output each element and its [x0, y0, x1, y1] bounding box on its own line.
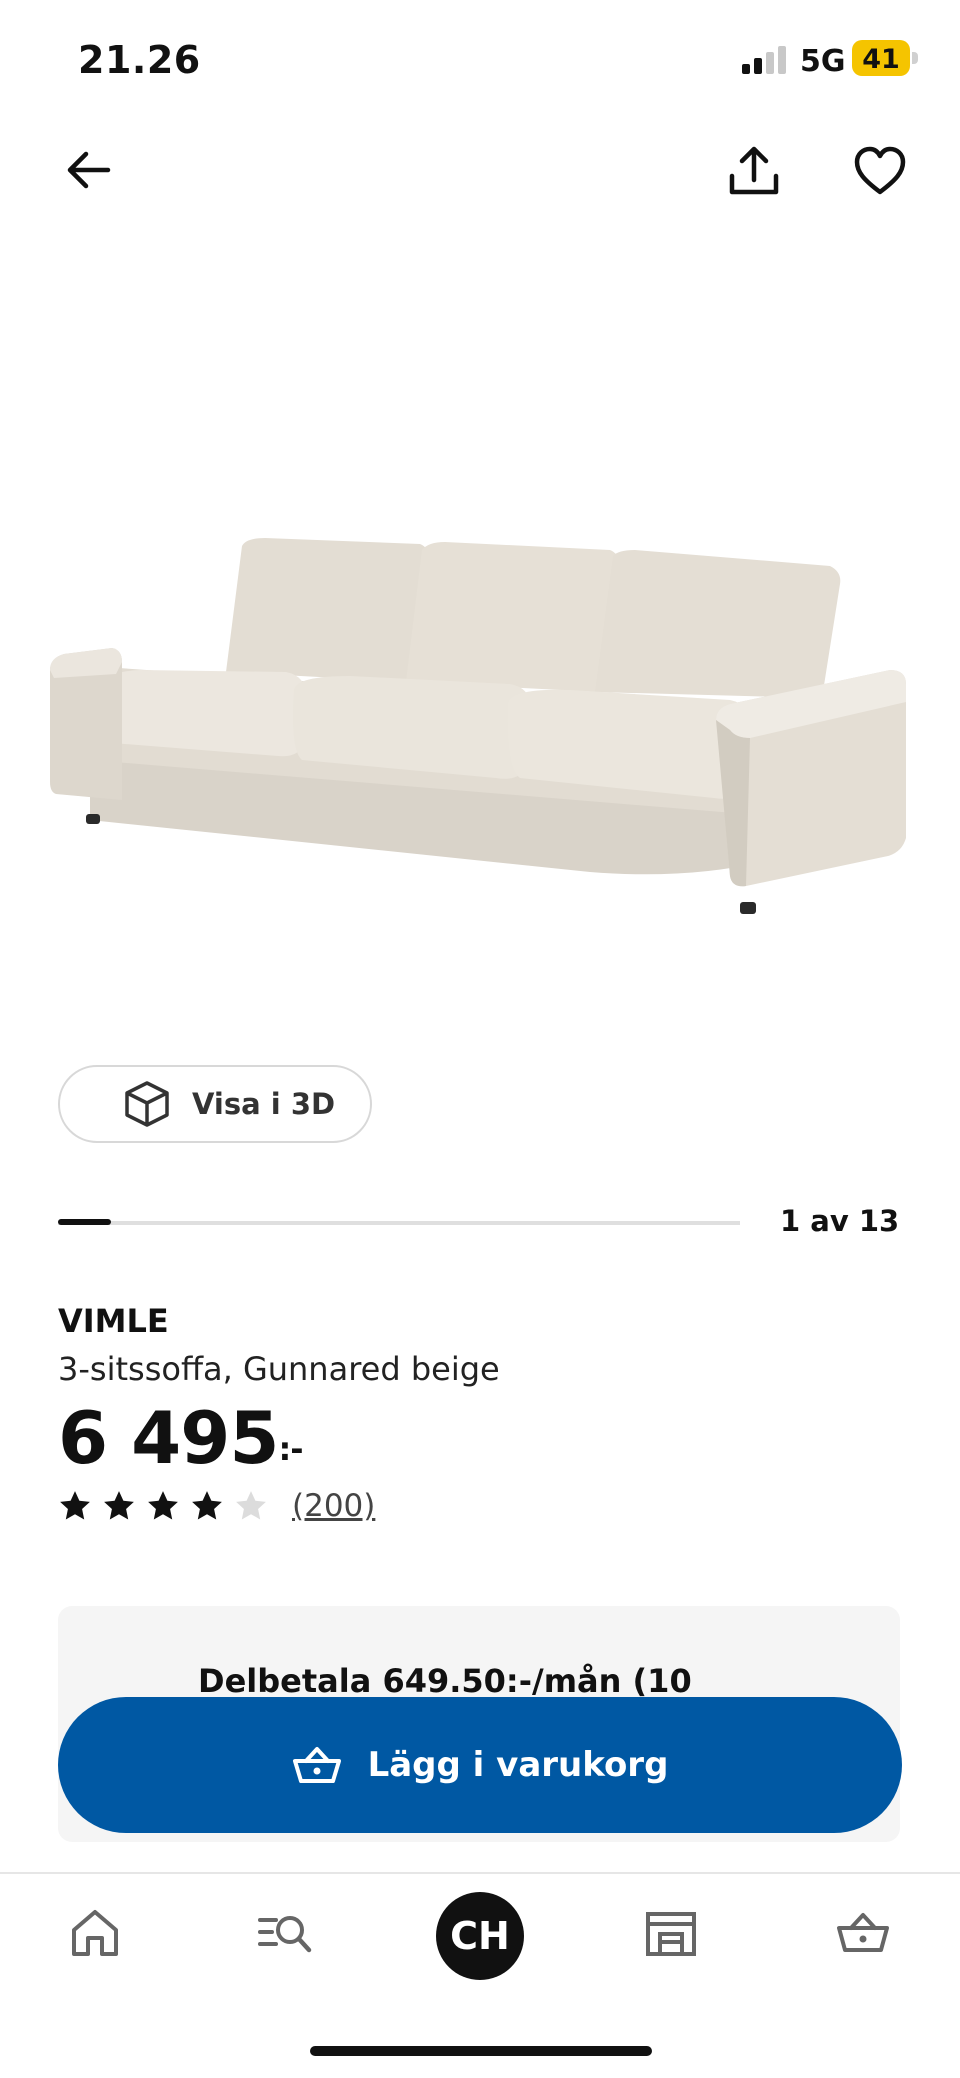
add-to-cart-button[interactable]: Lägg i varukorg [58, 1697, 902, 1833]
battery-icon: 41 [852, 40, 910, 76]
heart-icon[interactable] [852, 144, 908, 200]
star-filled-icon [148, 1491, 178, 1520]
cube-icon [125, 1081, 169, 1127]
gallery-page-indicator: 1 av 13 [780, 1204, 900, 1238]
star-filled-icon [60, 1491, 90, 1520]
search-icon[interactable] [258, 1906, 312, 1960]
product-price: 6 495:- [58, 1396, 304, 1480]
arrow-left-icon[interactable] [62, 144, 114, 196]
gallery-progress-track [58, 1221, 740, 1225]
installment-text: Delbetala 649.50:-/mån (10 [198, 1662, 692, 1700]
star-empty-icon [236, 1491, 266, 1520]
network-label: 5G [800, 44, 846, 79]
home-icon[interactable] [68, 1906, 122, 1960]
add-to-cart-label: Lägg i varukorg [367, 1745, 669, 1785]
view-in-3d-label: Visa i 3D [192, 1087, 336, 1121]
product-image[interactable] [50, 520, 910, 920]
battery-level: 41 [862, 44, 900, 75]
product-description: 3-sitssoffa, Gunnared beige [58, 1350, 500, 1388]
star-filled-icon [192, 1491, 222, 1520]
cart-icon[interactable] [836, 1906, 890, 1960]
price-value: 6 495 [58, 1396, 279, 1480]
star-filled-icon [104, 1491, 134, 1520]
product-rating[interactable]: (200) [58, 1488, 375, 1524]
signal-icon [742, 46, 786, 74]
view-in-3d-button[interactable]: Visa i 3D [58, 1065, 372, 1143]
battery-tip [912, 52, 918, 64]
status-time: 21.26 [78, 38, 201, 82]
product-name: VIMLE [58, 1302, 169, 1340]
avatar[interactable]: CH [436, 1892, 524, 1980]
price-suffix: :- [278, 1430, 303, 1468]
gallery-progress-fill [58, 1219, 111, 1225]
review-count-link[interactable]: (200) [292, 1488, 375, 1524]
share-icon[interactable] [726, 144, 782, 200]
bottom-nav-divider [0, 1872, 960, 1874]
home-indicator[interactable] [310, 2046, 652, 2056]
shopping-basket-icon [292, 1747, 341, 1783]
rating-stars [58, 1489, 268, 1523]
store-icon[interactable] [644, 1906, 698, 1960]
